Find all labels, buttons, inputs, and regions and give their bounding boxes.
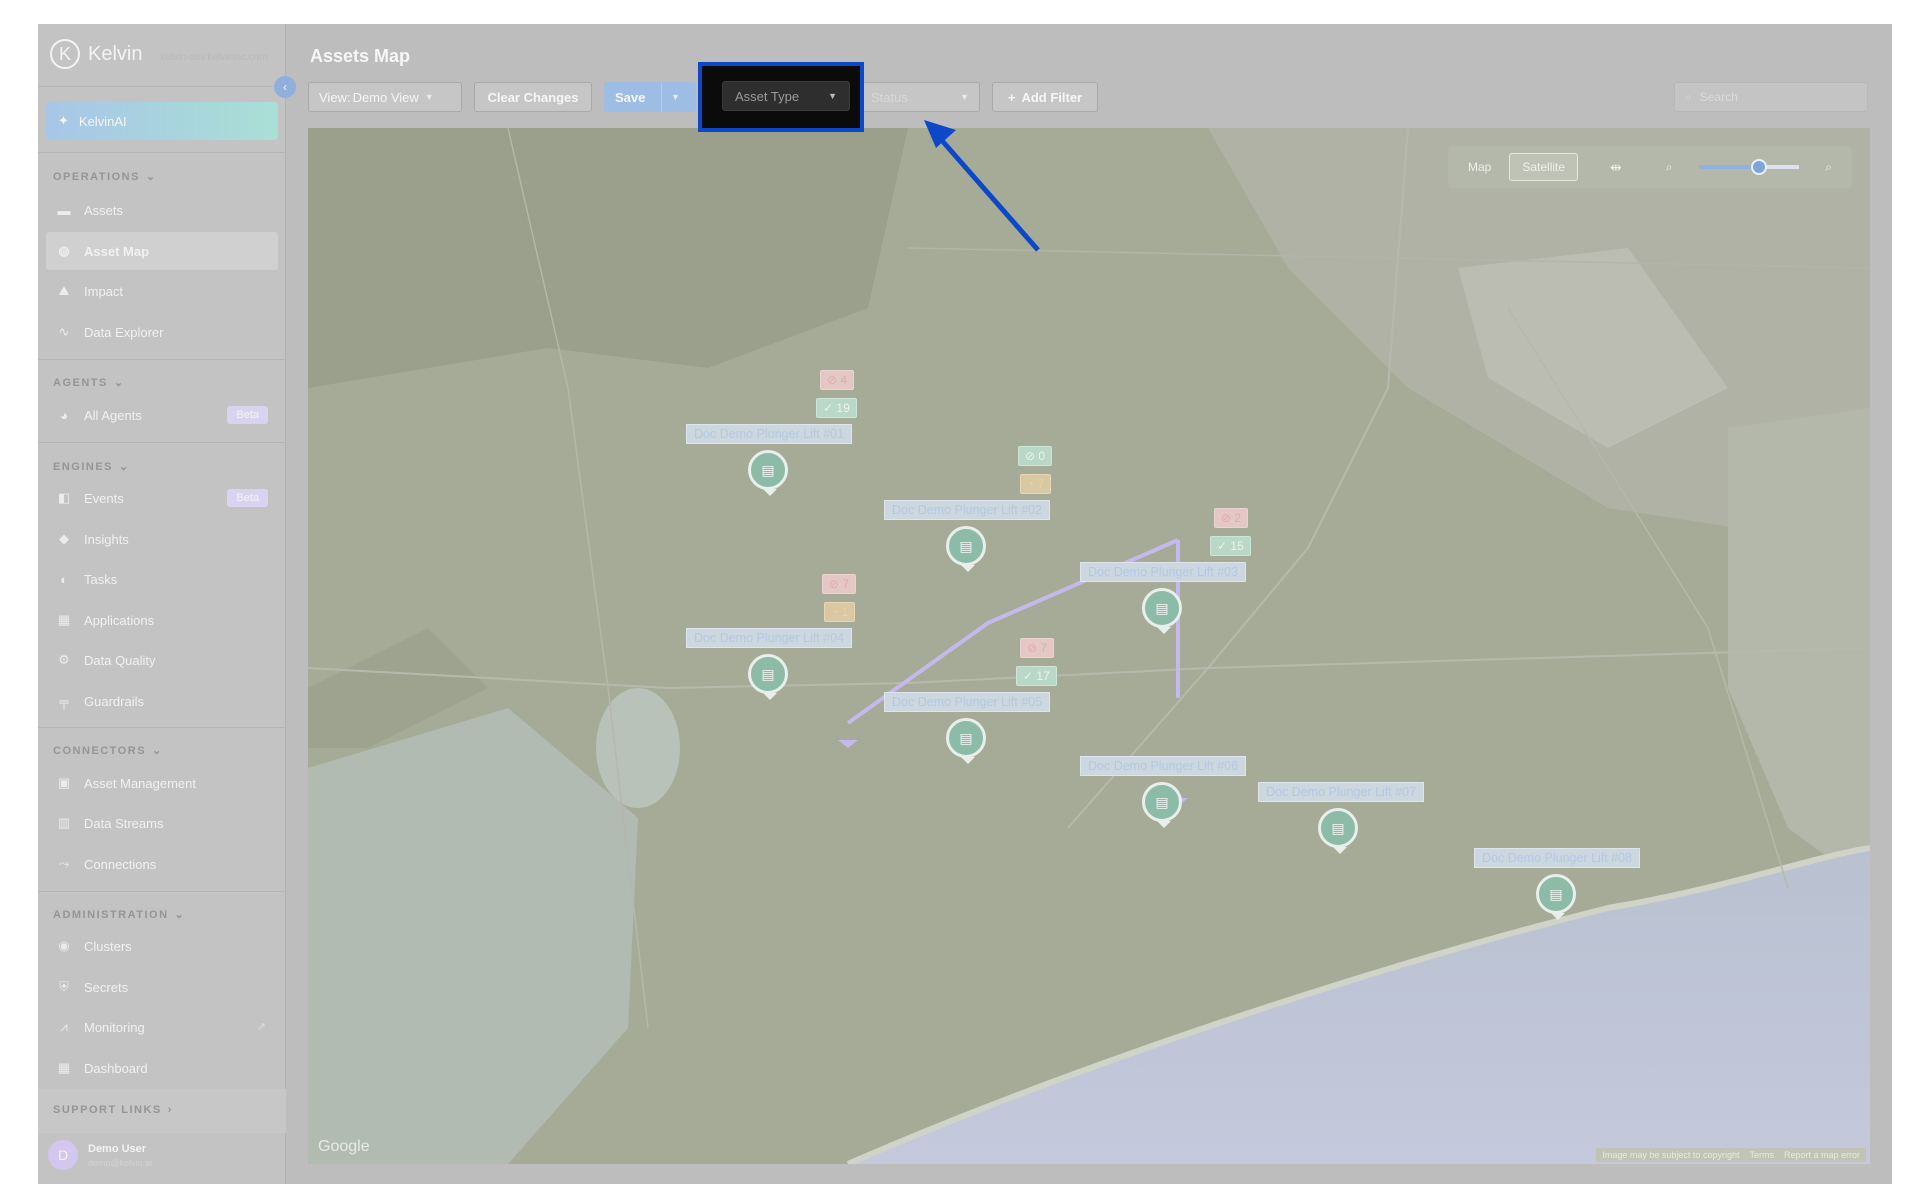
app-window: K Kelvin kelvin-dev.kelvininc.com ‹ ✦ Ke… bbox=[38, 24, 1892, 1184]
callout-arrow bbox=[924, 120, 1040, 252]
